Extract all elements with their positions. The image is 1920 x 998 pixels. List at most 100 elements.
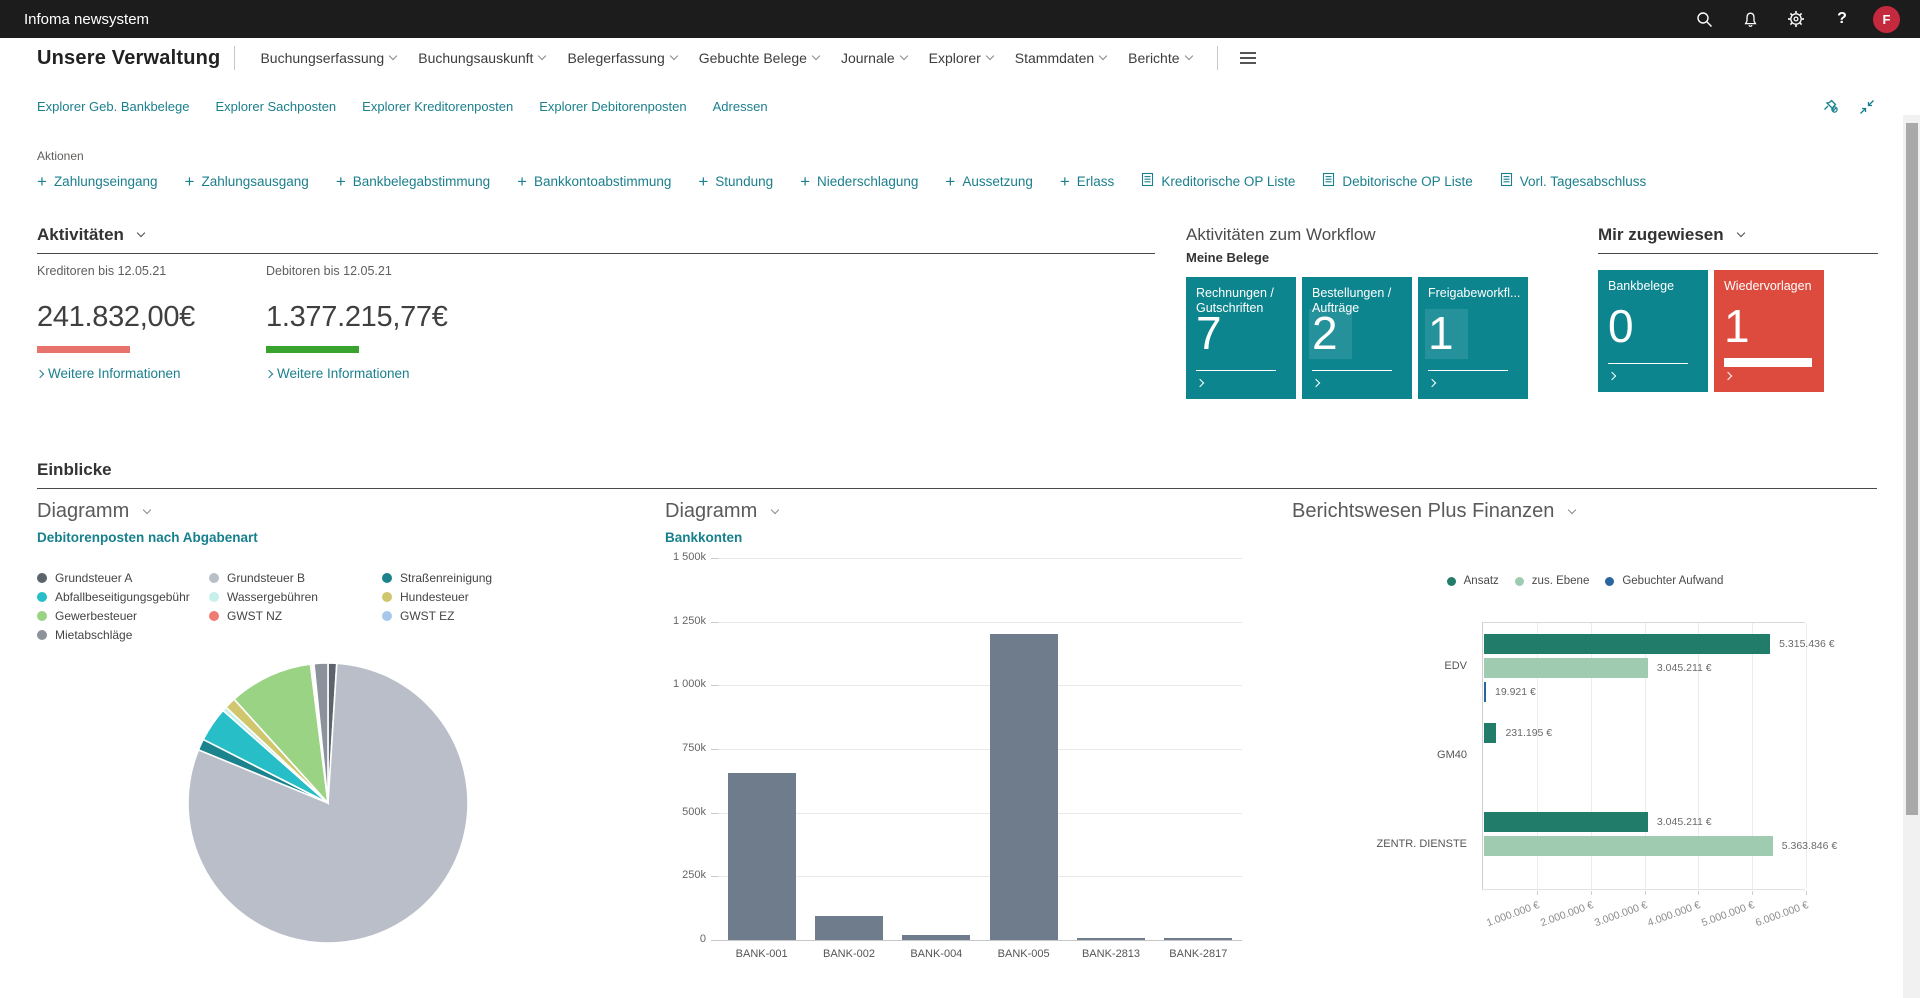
- axis-tick: [711, 749, 718, 750]
- subnav-link-explorer-debitorenposten[interactable]: Explorer Debitorenposten: [539, 99, 686, 114]
- tile-freigabeworkfl[interactable]: Freigabeworkfl...1: [1418, 277, 1528, 399]
- action-aussetzung[interactable]: +Aussetzung: [945, 174, 1032, 189]
- subnav-link-explorer-sachposten[interactable]: Explorer Sachposten: [215, 99, 336, 114]
- tile-rechnungen-gutschriften[interactable]: Rechnungen / Gutschriften7: [1186, 277, 1296, 399]
- kpi-debitoren[interactable]: Debitoren bis 12.05.21 1.377.215,77€ Wei…: [266, 262, 495, 381]
- action-erlass[interactable]: +Erlass: [1060, 174, 1114, 189]
- tile-count-value: 2: [1309, 309, 1352, 359]
- legend-dot: [1605, 577, 1614, 586]
- kpi-value: 1.377.215,77€: [266, 301, 495, 334]
- chevron-right-icon: [36, 369, 44, 377]
- subnav-link-explorer-geb-bankbelege[interactable]: Explorer Geb. Bankbelege: [37, 99, 189, 114]
- action-zahlungsausgang[interactable]: +Zahlungsausgang: [185, 174, 309, 189]
- bar-value-label: 3.045.211 €: [1657, 816, 1712, 828]
- workflow-tiles: Rechnungen / Gutschriften7Bestellungen /…: [1186, 277, 1586, 399]
- notifications-icon[interactable]: [1727, 0, 1773, 38]
- tile-wiedervorlagen[interactable]: Wiedervorlagen1: [1714, 270, 1824, 392]
- search-icon[interactable]: [1681, 0, 1727, 38]
- activities-title[interactable]: Aktivitäten: [37, 225, 1155, 245]
- tile-label: Bankbelege: [1608, 279, 1698, 294]
- bar-gm40-ansatz[interactable]: [1484, 723, 1496, 743]
- action-niederschlagung[interactable]: +Niederschlagung: [800, 174, 918, 189]
- pie-card-title[interactable]: Diagramm: [37, 500, 637, 523]
- chevron-down-icon: [538, 52, 546, 60]
- bar-chart-subtitle[interactable]: Bankkonten: [665, 530, 1265, 545]
- bar-zentr-dienste-zus-ebene[interactable]: [1484, 836, 1773, 856]
- chevron-down-icon: [899, 52, 907, 60]
- bar-edv-zus-ebene[interactable]: [1484, 658, 1648, 678]
- subnav-link-explorer-kreditorenposten[interactable]: Explorer Kreditorenposten: [362, 99, 513, 114]
- kpi-group: Kreditoren bis 12.05.21 241.832,00€ Weit…: [37, 262, 1155, 381]
- bar-bank-001[interactable]: [728, 773, 796, 940]
- subnav: Explorer Geb. Bankbelege Explorer Sachpos…: [37, 99, 768, 114]
- legend-label: GWST EZ: [400, 609, 454, 623]
- bar-edv-gebuchter-aufwand[interactable]: [1484, 682, 1486, 702]
- x-axis-label: BANK-004: [892, 948, 980, 960]
- legend-item-grundsteuer-b: Grundsteuer B: [209, 571, 382, 585]
- help-icon[interactable]: ?: [1819, 0, 1865, 38]
- legend-dot: [382, 573, 392, 583]
- nav-item-stammdaten[interactable]: Stammdaten: [1015, 50, 1106, 66]
- gridline: [718, 622, 1242, 623]
- scrollbar-thumb[interactable]: [1906, 123, 1918, 815]
- bar-bank-2813[interactable]: [1077, 938, 1145, 940]
- kpi-kreditoren[interactable]: Kreditoren bis 12.05.21 241.832,00€ Weit…: [37, 262, 266, 381]
- finance-chart-plot[interactable]: 1.000.000 €2.000.000 €3.000.000 €4.000.0…: [1482, 622, 1805, 890]
- bar-bank-004[interactable]: [902, 935, 970, 940]
- assigned-title[interactable]: Mir zugewiesen: [1598, 225, 1878, 245]
- insights-title: Einblicke: [37, 460, 1877, 480]
- tile-count: 1: [1724, 302, 1750, 350]
- kpi-trend-bar: [37, 346, 130, 353]
- app-title: Infoma newsystem: [24, 11, 149, 28]
- chevron-down-icon: [669, 52, 677, 60]
- kpi-value: 241.832,00€: [37, 301, 266, 334]
- bar-edv-ansatz[interactable]: [1484, 634, 1770, 654]
- plus-icon: +: [800, 175, 810, 188]
- x-axis-label: BANK-001: [718, 948, 806, 960]
- action-bankbelegabstimmung[interactable]: +Bankbelegabstimmung: [336, 174, 490, 189]
- nav-item-buchungsauskunft[interactable]: Buchungsauskunft: [418, 50, 545, 66]
- action-zahlungseingang[interactable]: +Zahlungseingang: [37, 174, 158, 189]
- legend-label: Grundsteuer B: [227, 571, 305, 585]
- unpin-icon[interactable]: [1822, 98, 1840, 121]
- action-stundung[interactable]: +Stundung: [698, 174, 773, 189]
- settings-icon[interactable]: [1773, 0, 1819, 38]
- action-bankkontoabstimmung[interactable]: +Bankkontoabstimmung: [517, 174, 671, 189]
- avatar[interactable]: F: [1873, 6, 1900, 33]
- home-link[interactable]: Unsere Verwaltung: [37, 47, 220, 70]
- legend-item-hundesteuer: Hundesteuer: [382, 590, 597, 604]
- action-label: Bankbelegabstimmung: [353, 174, 490, 189]
- tile-label: Freigabeworkfl...: [1428, 286, 1518, 301]
- nav-item-journale[interactable]: Journale: [841, 50, 907, 66]
- bar-bank-2817[interactable]: [1164, 938, 1232, 940]
- vertical-scrollbar[interactable]: [1903, 115, 1920, 998]
- finance-card-title[interactable]: Berichtswesen Plus Finanzen: [1292, 500, 1878, 523]
- nav-item-explorer[interactable]: Explorer: [929, 50, 993, 66]
- tile-bankbelege[interactable]: Bankbelege0: [1598, 270, 1708, 392]
- bar-card-title[interactable]: Diagramm: [665, 500, 1265, 523]
- action-vorl-tagesabschluss[interactable]: Vorl. Tagesabschluss: [1500, 172, 1647, 190]
- legend-dot: [37, 611, 47, 621]
- gridline: [718, 940, 1242, 941]
- pie-chart[interactable]: [184, 659, 472, 952]
- chevron-down-icon: [143, 505, 151, 513]
- tile-count-value: 7: [1196, 309, 1222, 357]
- x-axis-label: BANK-2817: [1154, 948, 1242, 960]
- collapse-icon[interactable]: [1858, 98, 1876, 121]
- bar-zentr-dienste-ansatz[interactable]: [1484, 812, 1648, 832]
- bank-chart-plot[interactable]: 0250k500k750k1 000k1 250k1 500kBANK-001B…: [718, 558, 1242, 940]
- subnav-link-adressen[interactable]: Adressen: [713, 99, 768, 114]
- action-kreditorische-op-liste[interactable]: Kreditorische OP Liste: [1141, 172, 1295, 190]
- nav-item-buchungserfassung[interactable]: Buchungserfassung: [260, 50, 396, 66]
- nav-item-berichte[interactable]: Berichte: [1128, 50, 1191, 66]
- bar-bank-002[interactable]: [815, 916, 883, 940]
- nav-item-gebuchte-belege[interactable]: Gebuchte Belege: [699, 50, 819, 66]
- nav-item-belegerfassung[interactable]: Belegerfassung: [567, 50, 676, 66]
- more-info-link[interactable]: Weitere Informationen: [37, 366, 266, 381]
- action-debitorische-op-liste[interactable]: Debitorische OP Liste: [1322, 172, 1472, 190]
- pie-chart-subtitle[interactable]: Debitorenposten nach Abgabenart: [37, 530, 637, 545]
- more-info-link[interactable]: Weitere Informationen: [266, 366, 495, 381]
- bar-bank-005[interactable]: [990, 634, 1058, 940]
- tile-bestellungen-auftr-ge[interactable]: Bestellungen / Aufträge2: [1302, 277, 1412, 399]
- more-menu-icon[interactable]: [1236, 48, 1260, 68]
